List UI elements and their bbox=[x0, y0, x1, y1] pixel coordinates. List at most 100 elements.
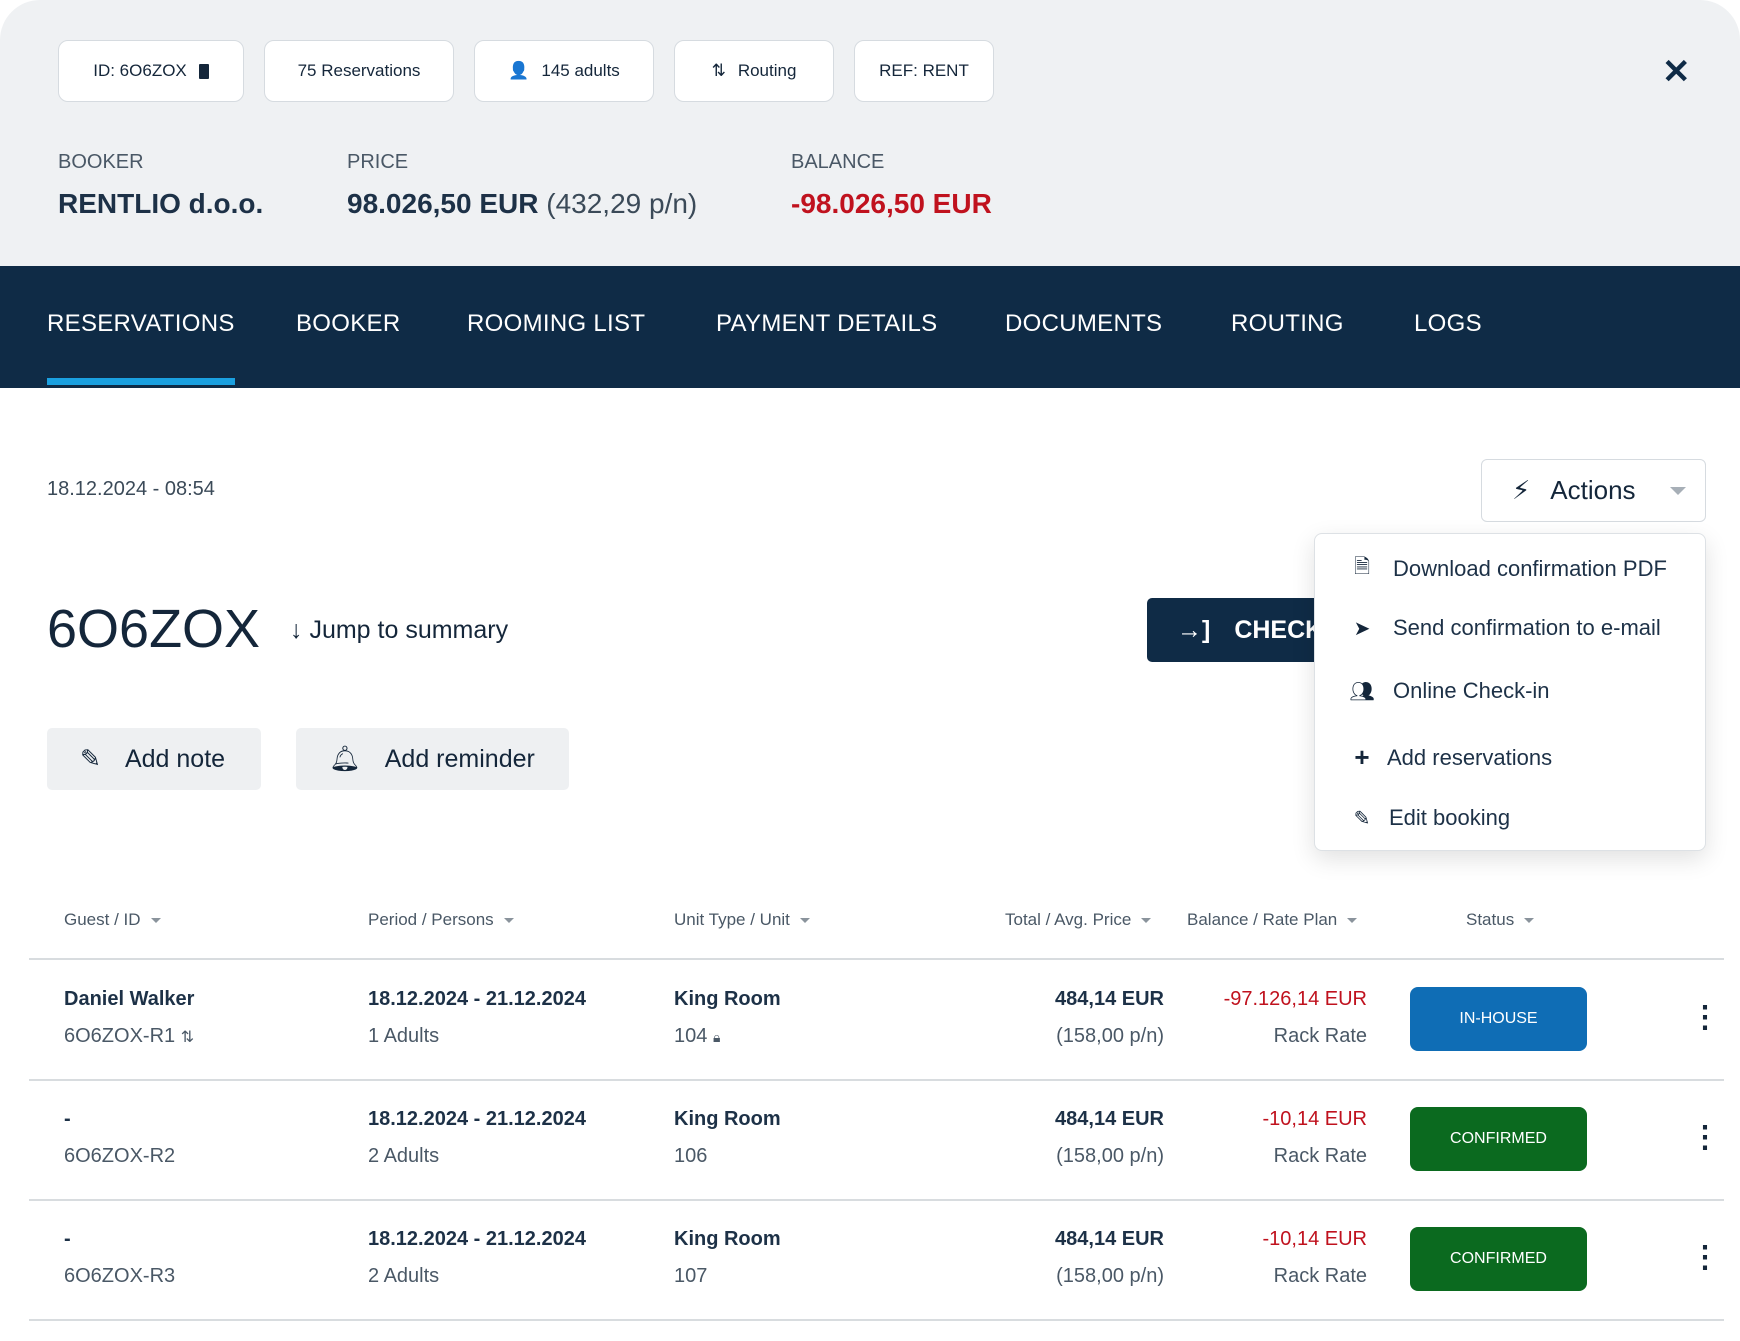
unit-number: 106 bbox=[674, 1145, 708, 1167]
menu-item-download-pdf[interactable]: 🗎︎ Download confirmation PDF bbox=[1349, 552, 1667, 586]
jump-label: Jump to summary bbox=[309, 616, 509, 644]
status-badge[interactable]: IN-HOUSE bbox=[1410, 987, 1587, 1051]
column-header-balance[interactable]: Balance / Rate Plan bbox=[1187, 910, 1358, 930]
routing-chip[interactable]: ⇅ Routing bbox=[674, 40, 834, 102]
id-label: ID: 6O6ZOX bbox=[93, 61, 187, 80]
lightning-icon: ⚡︎ bbox=[1512, 475, 1531, 505]
column-label: Total / Avg. Price bbox=[1005, 910, 1132, 929]
pencil-icon: ✎ bbox=[1353, 807, 1371, 830]
menu-item-edit-booking[interactable]: ✎ Edit booking bbox=[1349, 805, 1510, 831]
unit-type: King Room bbox=[674, 988, 781, 1010]
balance: -97.126,14 EUR bbox=[1223, 988, 1367, 1010]
column-header-total[interactable]: Total / Avg. Price bbox=[1005, 910, 1152, 930]
column-label: Unit Type / Unit bbox=[674, 910, 790, 929]
period: 18.12.2024 - 21.12.2024 bbox=[368, 1108, 586, 1130]
actions-label: Actions bbox=[1550, 475, 1636, 505]
price-label: PRICE bbox=[347, 151, 409, 173]
guest-name: - bbox=[64, 1228, 71, 1250]
status-badge[interactable]: CONFIRMED bbox=[1410, 1227, 1587, 1291]
reservation-id: 6O6ZOX-R1 ⇅ bbox=[64, 1025, 194, 1048]
column-header-status[interactable]: Status bbox=[1466, 910, 1535, 930]
id-chip[interactable]: ID: 6O6ZOX bbox=[58, 40, 244, 102]
add-note-label: Add note bbox=[124, 744, 226, 773]
price-per-night: (432,29 p/n) bbox=[546, 188, 698, 219]
balance: -10,14 EUR bbox=[1262, 1228, 1368, 1250]
balance: -10,14 EUR bbox=[1262, 1108, 1368, 1130]
menu-item-send-email[interactable]: ➤ Send confirmation to e-mail bbox=[1349, 615, 1661, 641]
unit: 106 bbox=[674, 1145, 707, 1168]
more-options-icon[interactable]: ⋮ bbox=[1690, 1123, 1720, 1153]
sort-icon bbox=[150, 917, 161, 923]
sort-icon bbox=[503, 917, 514, 923]
balance-label: BALANCE bbox=[791, 151, 885, 173]
column-header-unit[interactable]: Unit Type / Unit bbox=[674, 910, 810, 930]
menu-item-add-reservations[interactable]: + Add reservations bbox=[1349, 742, 1552, 773]
actions-button[interactable]: ⚡︎ Actions bbox=[1481, 459, 1706, 522]
persons: 2 Adults bbox=[368, 1145, 440, 1167]
add-note-button[interactable]: ✎ Add note bbox=[47, 728, 261, 790]
booking-date: 18.12.2024 - 08:54 bbox=[47, 478, 215, 500]
menu-item-label: Send confirmation to e-mail bbox=[1393, 615, 1661, 640]
more-options-icon[interactable]: ⋮ bbox=[1690, 1243, 1720, 1273]
divider bbox=[29, 1199, 1724, 1201]
unit-type: King Room bbox=[674, 1228, 781, 1250]
booker-value: RENTLIO d.o.o. bbox=[58, 188, 264, 219]
tab-reservations[interactable]: RESERVATIONS bbox=[47, 310, 235, 385]
add-reminder-button[interactable]: 🔔︎ Add reminder bbox=[296, 728, 569, 790]
period: 18.12.2024 - 21.12.2024 bbox=[368, 988, 586, 1010]
tab-rooming-list[interactable]: ROOMING LIST bbox=[467, 310, 645, 338]
tab-bar: RESERVATIONS BOOKER ROOMING LIST PAYMENT… bbox=[0, 266, 1740, 388]
sort-icon bbox=[1347, 917, 1358, 923]
adults-chip[interactable]: 👤 145 adults bbox=[474, 40, 654, 102]
reservation-id-text: 6O6ZOX-R1 bbox=[64, 1025, 176, 1047]
persons: 1 Adults bbox=[368, 1025, 440, 1047]
ref-chip[interactable]: REF: RENT bbox=[854, 40, 994, 102]
tab-payment-details[interactable]: PAYMENT DETAILS bbox=[716, 310, 937, 338]
avg-price: (158,00 p/n) bbox=[1056, 1145, 1164, 1167]
column-label: Balance / Rate Plan bbox=[1187, 910, 1338, 929]
booker-label: BOOKER bbox=[58, 151, 144, 173]
routing-label: Routing bbox=[737, 61, 797, 80]
tab-booker[interactable]: BOOKER bbox=[296, 310, 401, 338]
unit-number: 104 bbox=[674, 1025, 708, 1047]
lock-icon: 🔒︎ bbox=[712, 1029, 721, 1045]
persons: 2 Adults bbox=[368, 1265, 440, 1287]
rate-plan: Rack Rate bbox=[1273, 1025, 1367, 1047]
booking-header: ID: 6O6ZOX 75 Reservations 👤 145 adults ⇅… bbox=[0, 0, 1740, 266]
column-header-guest[interactable]: Guest / ID bbox=[64, 910, 161, 930]
tab-documents[interactable]: DOCUMENTS bbox=[1005, 310, 1162, 338]
status-badge[interactable]: CONFIRMED bbox=[1410, 1107, 1587, 1171]
avg-price: (158,00 p/n) bbox=[1056, 1265, 1164, 1287]
routing-icon: ⇅ bbox=[711, 61, 726, 80]
menu-item-label: Download confirmation PDF bbox=[1393, 556, 1667, 581]
unit-type: King Room bbox=[674, 1108, 781, 1130]
reservation-id: 6O6ZOX-R3 bbox=[64, 1265, 175, 1288]
close-icon[interactable]: ✕ bbox=[1662, 52, 1691, 92]
person-icon: 👤 bbox=[508, 61, 530, 80]
divider bbox=[29, 1319, 1724, 1321]
menu-item-label: Edit booking bbox=[1389, 805, 1511, 830]
divider bbox=[29, 958, 1724, 960]
column-header-period[interactable]: Period / Persons bbox=[368, 910, 514, 930]
reservations-count: 75 Reservations bbox=[297, 61, 421, 80]
price-value: 98.026,50 EUR bbox=[347, 188, 539, 219]
menu-item-label: Online Check-in bbox=[1393, 678, 1550, 703]
document-icon: 🗎︎ bbox=[1353, 556, 1371, 578]
price-value-wrap: 98.026,50 EUR (432,29 p/n) bbox=[347, 188, 697, 220]
more-options-icon[interactable]: ⋮ bbox=[1690, 1003, 1720, 1033]
page-title: 6O6ZOX bbox=[47, 599, 261, 659]
reservations-chip[interactable]: 75 Reservations bbox=[264, 40, 454, 102]
rate-plan: Rack Rate bbox=[1273, 1145, 1367, 1167]
total-price: 484,14 EUR bbox=[1055, 1108, 1164, 1130]
column-label: Status bbox=[1466, 910, 1515, 929]
sort-icon bbox=[1524, 917, 1535, 923]
copy-icon[interactable] bbox=[198, 63, 209, 79]
divider bbox=[29, 1079, 1724, 1081]
menu-item-online-checkin[interactable]: 👥︎ Online Check-in bbox=[1349, 678, 1550, 704]
menu-item-label: Add reservations bbox=[1387, 744, 1553, 770]
chevron-down-icon bbox=[1669, 486, 1686, 495]
tab-logs[interactable]: LOGS bbox=[1414, 310, 1482, 338]
jump-to-summary-link[interactable]: ↓ Jump to summary bbox=[290, 616, 508, 645]
send-icon: ➤ bbox=[1353, 617, 1371, 640]
tab-routing[interactable]: ROUTING bbox=[1231, 310, 1344, 338]
